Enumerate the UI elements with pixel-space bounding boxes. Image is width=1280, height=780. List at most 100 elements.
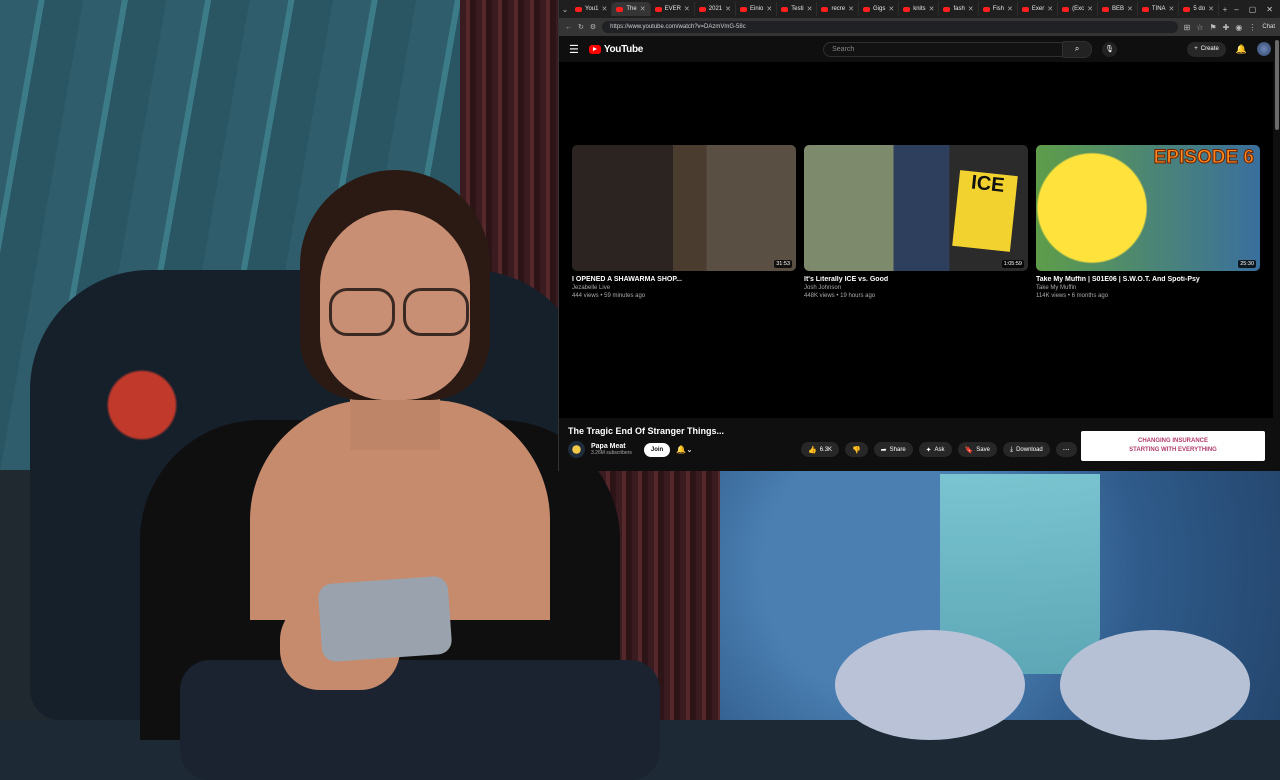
extension-icon[interactable]: ⚑ (1209, 23, 1216, 32)
minimize-icon[interactable]: – (1234, 5, 1238, 14)
ask-button[interactable]: ✦ Ask (918, 442, 952, 457)
video-thumbnail[interactable]: EPISODE 6 25:30 (1036, 145, 1260, 271)
back-icon[interactable]: ← (565, 24, 572, 31)
video-title[interactable]: It's Literally ICE vs. Good (804, 276, 1028, 283)
create-button[interactable]: + Create (1187, 41, 1226, 57)
video-page-title: The Tragic End Of Stranger Things... (568, 426, 725, 436)
video-title[interactable]: Take My Muffin | S01E06 | S.W.O.T. And S… (1036, 276, 1260, 283)
bookmark-star-icon[interactable]: ☆ (1196, 23, 1203, 32)
close-tab-icon[interactable]: ✕ (888, 5, 894, 13)
plus-icon: + (1194, 46, 1198, 52)
video-thumbnail[interactable]: ICE 1:05:59 (804, 145, 1028, 271)
like-button[interactable]: 👍 6.3K (801, 442, 840, 457)
browser-tab[interactable]: Fish ✕ (979, 2, 1018, 16)
video-player[interactable]: 31:53 I OPENED A SHAWARMA SHOP... Jezabe… (559, 62, 1273, 418)
page-scrollbar[interactable] (1275, 40, 1279, 130)
browser-tab[interactable]: BEB ✕ (1098, 2, 1138, 16)
close-tab-icon[interactable]: ✕ (640, 5, 646, 13)
browser-tab[interactable]: recre ✕ (817, 2, 859, 16)
close-tab-icon[interactable]: ✕ (684, 5, 690, 13)
mic-icon: 🎙 (1105, 46, 1115, 53)
youtube-favicon-icon (903, 6, 911, 12)
browser-tab[interactable]: TINA ✕ (1138, 2, 1180, 16)
search-icon: ⌕ (1074, 44, 1080, 53)
browser-tab[interactable]: EVER ✕ (651, 2, 695, 16)
notifications-bell-icon[interactable]: 🔔 (1236, 44, 1247, 55)
close-tab-icon[interactable]: ✕ (1169, 5, 1175, 13)
download-button[interactable]: ⤓ Download (1002, 442, 1050, 457)
browser-tab[interactable]: Testi ✕ (777, 2, 818, 16)
close-tab-icon[interactable]: ✕ (1047, 5, 1053, 13)
browser-tab[interactable]: fash ✕ (939, 2, 979, 16)
close-tab-icon[interactable]: ✕ (807, 5, 813, 13)
browser-tab[interactable]: knits ✕ (899, 2, 940, 16)
endscreen-recommendations: 31:53 I OPENED A SHAWARMA SHOP... Jezabe… (572, 145, 1260, 299)
close-tab-icon[interactable]: ✕ (601, 5, 607, 13)
subscription-bell-icon[interactable]: 🔔⌄ (676, 445, 693, 454)
more-menu-icon[interactable]: ⋮ (1248, 23, 1256, 32)
browser-window: ⌄ You1 ✕ The ✕ EVER ✕ 2021 ✕ Einio ✕ Testi ✕ recre ✕ G… (558, 0, 1280, 471)
yarn-ball-left (835, 630, 1025, 740)
browser-tab[interactable]: 2021 ✕ (695, 2, 737, 16)
thumbs-down-icon: 👎 (852, 446, 861, 454)
puzzle-icon[interactable]: ✚ (1223, 23, 1230, 32)
maximize-icon[interactable]: ▢ (1249, 5, 1257, 14)
channel-avatar[interactable] (568, 441, 585, 458)
voice-search-button[interactable]: 🎙 (1102, 41, 1118, 57)
video-thumbnail[interactable]: 31:53 (572, 145, 796, 271)
browser-tab[interactable]: You1 ✕ (571, 2, 613, 16)
url-field[interactable]: https://www.youtube.com/watch?v=DAzmVmG-… (602, 21, 1178, 33)
close-tab-icon[interactable]: ✕ (1208, 5, 1214, 13)
close-tab-icon[interactable]: ✕ (848, 5, 854, 13)
install-icon[interactable]: ⊞ (1184, 23, 1191, 32)
video-meta: 444 views • 59 minutes ago (572, 293, 646, 299)
share-button[interactable]: ➦ Share (873, 442, 913, 457)
close-tab-icon[interactable]: ✕ (1007, 5, 1013, 13)
recommended-video[interactable]: EPISODE 6 25:30 Take My Muffin | S01E06 … (1036, 145, 1260, 299)
youtube-favicon-icon (943, 6, 951, 12)
join-button[interactable]: Join (643, 442, 671, 457)
browser-tab[interactable]: Einio ✕ (736, 2, 778, 16)
new-tab-icon[interactable]: + (1219, 5, 1231, 14)
channel-name[interactable]: Jezabelle Live (572, 285, 796, 291)
tab-label: The (626, 6, 637, 12)
close-tab-icon[interactable]: ✕ (1087, 5, 1093, 13)
close-tab-icon[interactable]: ✕ (968, 5, 974, 13)
close-tab-icon[interactable]: ✕ (929, 5, 935, 13)
channel-name[interactable]: Papa Meat (591, 443, 632, 450)
search-input[interactable]: Search (823, 41, 1064, 57)
profile-icon[interactable]: ◉ (1235, 23, 1242, 32)
browser-tab[interactable]: (Exc ✕ (1058, 2, 1098, 16)
tab-list-icon[interactable]: ⌄ (559, 5, 571, 14)
tab-label: TINA (1151, 6, 1166, 12)
recommended-video[interactable]: 31:53 I OPENED A SHAWARMA SHOP... Jezabe… (572, 145, 796, 299)
video-meta: 114K views • 6 months ago (1036, 293, 1109, 299)
youtube-header: ☰ YouTube Search ⌕ 🎙 + Create 🔔 (559, 36, 1280, 62)
search-button[interactable]: ⌕ (1063, 40, 1093, 58)
chat-button[interactable]: Chat (1262, 24, 1275, 30)
site-info-icon[interactable]: ⚙ (590, 23, 596, 31)
save-button[interactable]: 🔖 Save (957, 442, 997, 457)
close-tab-icon[interactable]: ✕ (725, 5, 731, 13)
dislike-button[interactable]: 👎 (845, 442, 868, 457)
browser-tab[interactable]: Gigs ✕ (859, 2, 900, 16)
more-actions-button[interactable]: ⋯ (1055, 442, 1077, 457)
channel-name[interactable]: Josh Johnson (804, 285, 1028, 291)
close-tab-icon[interactable]: ✕ (766, 5, 772, 13)
video-title[interactable]: I OPENED A SHAWARMA SHOP... (572, 276, 796, 283)
smartphone (317, 575, 453, 663)
close-tab-icon[interactable]: ✕ (1127, 5, 1133, 13)
channel-name[interactable]: Take My Muffin (1036, 285, 1260, 291)
reload-icon[interactable]: ↻ (578, 23, 584, 31)
account-avatar[interactable] (1257, 42, 1271, 56)
close-window-icon[interactable]: ✕ (1266, 5, 1273, 14)
tab-label: 5 do (1193, 6, 1206, 12)
recommended-video[interactable]: ICE 1:05:59 It's Literally ICE vs. Good … (804, 145, 1028, 299)
extensions: ⊞ ☆ ⚑ ✚ ◉ ⋮ (1184, 23, 1257, 32)
hamburger-menu-icon[interactable]: ☰ (569, 43, 579, 56)
sponsored-banner[interactable]: CHANGING INSURANCE STARTING WITH EVERYTH… (1081, 431, 1265, 461)
browser-tab[interactable]: The ✕ (612, 2, 651, 16)
youtube-logo[interactable]: YouTube (588, 44, 643, 55)
browser-tab[interactable]: 5 do ✕ (1179, 2, 1219, 16)
browser-tab[interactable]: Exer ✕ (1018, 2, 1059, 16)
